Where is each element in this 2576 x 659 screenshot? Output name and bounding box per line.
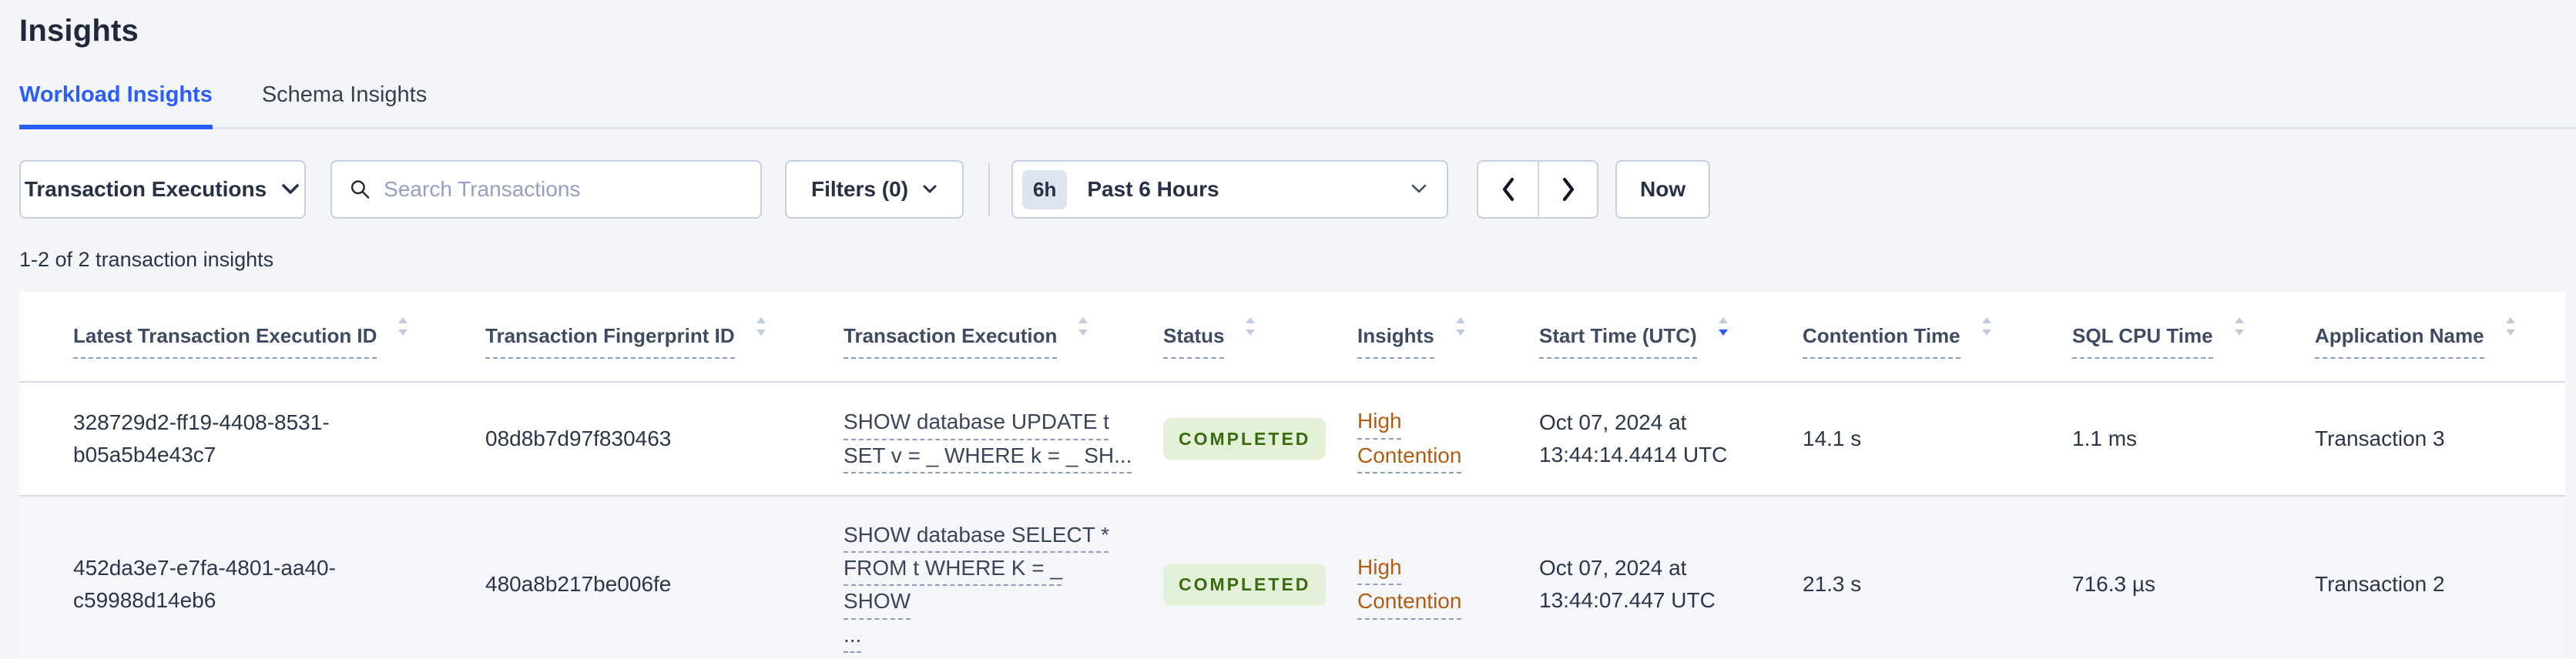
application-name-cell: Transaction 3 bbox=[2315, 426, 2445, 450]
insight-link[interactable]: High Contention bbox=[1357, 404, 1490, 473]
col-header-fingerprint-id[interactable]: Transaction Fingerprint ID bbox=[485, 292, 844, 382]
fingerprint-id-cell: 08d8b7d97f830463 bbox=[485, 426, 672, 450]
transaction-execution-cell: SHOW database SELECT * FROM t WHERE K = … bbox=[844, 496, 1163, 659]
sort-icon[interactable] bbox=[1077, 315, 1089, 338]
status-badge: COMPLETED bbox=[1163, 417, 1327, 460]
sort-icon[interactable] bbox=[755, 315, 767, 338]
chevron-right-icon bbox=[1562, 177, 1574, 202]
col-header-latest-execution-id[interactable]: Latest Transaction Execution ID bbox=[19, 292, 485, 382]
col-header-start-time[interactable]: Start Time (UTC) bbox=[1539, 292, 1803, 382]
fingerprint-id-cell: 480a8b217be006fe bbox=[485, 572, 672, 597]
page-title: Insights bbox=[19, 14, 139, 48]
execution-id-cell: 328729d2-ff19-4408-8531-b05a5b4e43c7 bbox=[73, 410, 330, 467]
time-next-button[interactable] bbox=[1538, 162, 1598, 217]
col-header-sql-cpu-time[interactable]: SQL CPU Time bbox=[2072, 292, 2315, 382]
search-input[interactable] bbox=[384, 177, 743, 202]
tab-workload-insights[interactable]: Workload Insights bbox=[19, 82, 213, 129]
search-box bbox=[330, 160, 762, 219]
insights-page: Insights Workload Insights Schema Insigh… bbox=[0, 0, 2576, 659]
application-name-cell: Transaction 2 bbox=[2315, 572, 2445, 597]
chevron-left-icon bbox=[1502, 177, 1514, 202]
chevron-down-icon bbox=[282, 184, 299, 194]
start-time-cell: Oct 07, 2024 at 13:44:07.447 UTC bbox=[1539, 556, 1716, 613]
sql-cpu-time-cell: 1.1 ms bbox=[2072, 426, 2138, 450]
insight-type-label: Transaction Executions bbox=[24, 177, 267, 201]
sql-cpu-time-cell: 716.3 µs bbox=[2072, 572, 2155, 597]
results-count: 1-2 of 2 transaction insights bbox=[19, 248, 274, 271]
time-nav-group bbox=[1477, 160, 1599, 219]
time-prev-button[interactable] bbox=[1478, 162, 1538, 217]
now-button[interactable]: Now bbox=[1615, 160, 1711, 219]
col-header-contention-time[interactable]: Contention Time bbox=[1803, 292, 2072, 382]
sort-icon[interactable] bbox=[1981, 315, 1993, 338]
controls-bar: Transaction Executions Filters (0) 6h Pa… bbox=[19, 160, 2576, 219]
insights-table-card: Latest Transaction Execution ID Transact… bbox=[19, 292, 2565, 659]
sort-icon[interactable] bbox=[1454, 315, 1467, 338]
col-header-transaction-execution[interactable]: Transaction Execution bbox=[844, 292, 1163, 382]
table-row: 328729d2-ff19-4408-8531-b05a5b4e43c7 08d… bbox=[19, 382, 2565, 496]
status-cell: COMPLETED bbox=[1163, 382, 1357, 496]
col-header-application-name[interactable]: Application Name bbox=[2315, 292, 2565, 382]
sort-icon[interactable] bbox=[397, 315, 409, 338]
insights-cell: High Contention bbox=[1357, 382, 1539, 496]
table-row: 452da3e7-e7fa-4801-aa40-c59988d14eb6 480… bbox=[19, 495, 2565, 659]
insights-table: Latest Transaction Execution ID Transact… bbox=[19, 292, 2565, 659]
execution-id-cell: 452da3e7-e7fa-4801-aa40-c59988d14eb6 bbox=[73, 556, 336, 613]
insights-cell: High Contention bbox=[1357, 496, 1539, 659]
time-range-label: Past 6 Hours bbox=[1087, 177, 1219, 201]
chevron-down-icon bbox=[923, 185, 937, 193]
filters-button[interactable]: Filters (0) bbox=[785, 160, 964, 219]
transaction-execution-link[interactable]: SHOW database SELECT * FROM t WHERE K = … bbox=[844, 518, 1132, 652]
transaction-execution-link[interactable]: SHOW database UPDATE t SET v = _ WHERE k… bbox=[844, 405, 1132, 472]
col-header-insights[interactable]: Insights bbox=[1357, 292, 1539, 382]
sort-icon-active-desc[interactable] bbox=[1717, 315, 1729, 338]
time-range-picker[interactable]: 6h Past 6 Hours bbox=[1011, 160, 1449, 219]
insight-link[interactable]: High Contention bbox=[1357, 550, 1490, 620]
time-range-badge: 6h bbox=[1022, 169, 1068, 209]
divider bbox=[988, 162, 991, 216]
transaction-execution-cell: SHOW database UPDATE t SET v = _ WHERE k… bbox=[844, 382, 1163, 496]
sort-icon[interactable] bbox=[2233, 315, 2246, 338]
status-badge: COMPLETED bbox=[1163, 564, 1327, 606]
filters-label: Filters (0) bbox=[811, 177, 909, 201]
insight-type-dropdown[interactable]: Transaction Executions bbox=[19, 160, 306, 219]
tabs-bar: Workload Insights Schema Insights bbox=[19, 82, 2576, 129]
tab-schema-insights[interactable]: Schema Insights bbox=[262, 82, 427, 129]
start-time-cell: Oct 07, 2024 at 13:44:14.4414 UTC bbox=[1539, 410, 1728, 467]
col-header-status[interactable]: Status bbox=[1163, 292, 1357, 382]
contention-time-cell: 14.1 s bbox=[1803, 426, 1862, 450]
table-header-row: Latest Transaction Execution ID Transact… bbox=[19, 292, 2565, 382]
contention-time-cell: 21.3 s bbox=[1803, 572, 1862, 597]
search-icon bbox=[351, 180, 370, 199]
status-cell: COMPLETED bbox=[1163, 496, 1357, 659]
sort-icon[interactable] bbox=[2504, 315, 2517, 338]
sort-icon[interactable] bbox=[1244, 315, 1256, 338]
chevron-down-icon bbox=[1411, 184, 1427, 193]
